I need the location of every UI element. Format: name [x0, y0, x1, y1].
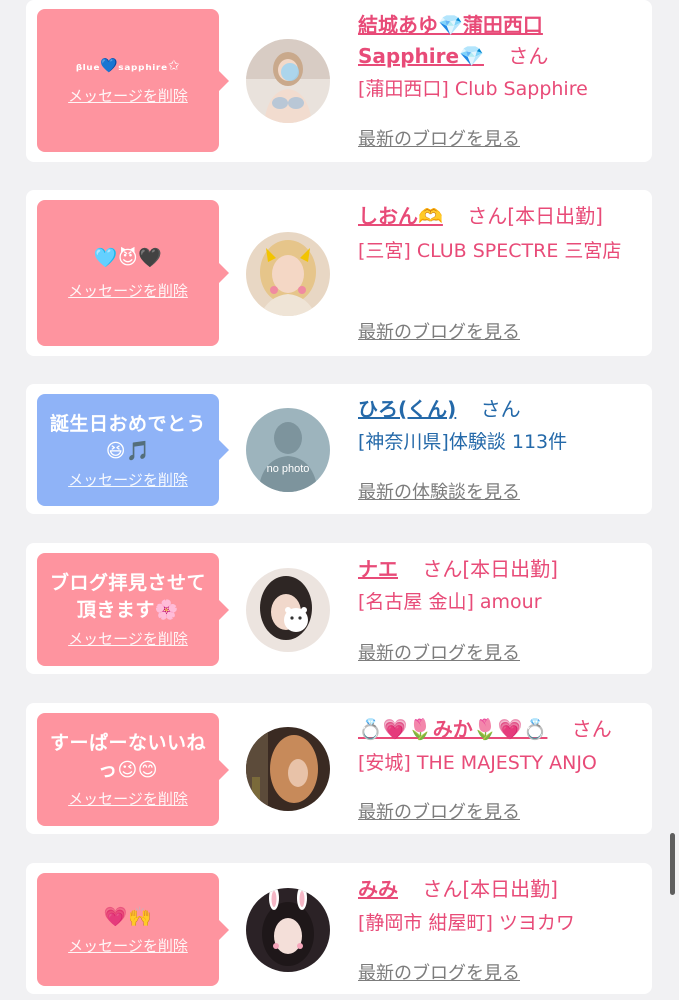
avatar[interactable]	[246, 39, 330, 123]
member-name-link[interactable]: しおん🫶	[358, 204, 443, 228]
honorific-label: さん	[508, 44, 549, 68]
attendance-status: [本日出勤]	[462, 557, 558, 581]
avatar[interactable]	[246, 727, 330, 811]
honorific-label: さん	[571, 717, 612, 741]
shop-label: [静岡市 紺屋町] ツヨカワ	[358, 912, 575, 934]
message-text: 🩵😈🖤	[93, 247, 163, 269]
message-bubble: すーぱーないいねっ😉😊 メッセージを削除	[37, 713, 229, 826]
message-card: 🩵😈🖤 メッセージを削除 しおん🫶 さん[本日出勤] [三宮] CLUB SPE…	[26, 190, 652, 356]
message-card: 誕生日おめでとう😆🎵 メッセージを削除 no photo ひろ(くん) さん […	[26, 384, 652, 514]
latest-blog-link[interactable]: 最新のブログを見る	[358, 959, 520, 985]
message-text: 誕生日おめでとう😆🎵	[49, 412, 206, 462]
message-bubble: ᵦₗᵤₑ💙ₛₐₚₚₕᵢᵣₑ✩ メッセージを削除	[37, 9, 229, 152]
avatar[interactable]	[246, 568, 330, 652]
honorific-label: さん	[422, 877, 463, 901]
girl-photo-icon	[246, 568, 330, 652]
avatar[interactable]	[246, 888, 330, 972]
attendance-status: [本日出勤]	[507, 204, 603, 228]
scrollbar[interactable]	[670, 833, 675, 895]
message-bubble: 💗🙌 メッセージを削除	[37, 873, 229, 986]
latest-review-link[interactable]: 最新の体験談を見る	[358, 478, 520, 504]
delete-message-link[interactable]: メッセージを削除	[68, 85, 188, 106]
attendance-status: [本日出勤]	[462, 877, 558, 901]
message-text: ᵦₗᵤₑ💙ₛₐₚₚₕᵢᵣₑ✩	[75, 58, 181, 74]
member-name-link[interactable]: ひろ(くん)	[358, 397, 456, 421]
message-card: 💗🙌 メッセージを削除 みみ さん[本日出勤] [静岡市 紺屋町] ツヨカワ 最…	[26, 863, 652, 994]
delete-message-link[interactable]: メッセージを削除	[68, 280, 188, 301]
latest-blog-link[interactable]: 最新のブログを見る	[358, 639, 520, 665]
member-info: 結城あゆ💎蒲田西口Sapphire💎 さん [蒲田西口] Club Sapphi…	[358, 10, 640, 105]
honorific-label: さん	[422, 557, 463, 581]
no-photo-silhouette-icon: no photo	[246, 408, 330, 492]
delete-message-link[interactable]: メッセージを削除	[68, 628, 188, 649]
member-name-link[interactable]: みみ	[358, 877, 398, 901]
member-info: ナエ さん[本日出勤] [名古屋 金山] amour	[358, 554, 640, 618]
latest-blog-link[interactable]: 最新のブログを見る	[358, 125, 520, 151]
girl-photo-icon	[246, 39, 330, 123]
message-bubble: 🩵😈🖤 メッセージを削除	[37, 200, 229, 346]
message-bubble: 誕生日おめでとう😆🎵 メッセージを削除	[37, 394, 229, 506]
delete-message-link[interactable]: メッセージを削除	[68, 469, 188, 490]
message-card: ブログ拝見させて頂きます🌸 メッセージを削除 ナエ さん[本日出勤] [名古屋 …	[26, 543, 652, 674]
delete-message-link[interactable]: メッセージを削除	[68, 788, 188, 809]
delete-message-link[interactable]: メッセージを削除	[68, 935, 188, 956]
honorific-label: さん	[467, 204, 508, 228]
avatar[interactable]: no photo	[246, 408, 330, 492]
member-info: みみ さん[本日出勤] [静岡市 紺屋町] ツヨカワ	[358, 874, 640, 939]
member-info: ひろ(くん) さん [神奈川県]体験談 113件	[358, 394, 640, 458]
shop-label: [蒲田西口] Club Sapphire	[358, 78, 588, 100]
member-info: しおん🫶 さん[本日出勤] [三宮] CLUB SPECTRE 三宮店	[358, 201, 640, 267]
message-card: ᵦₗᵤₑ💙ₛₐₚₚₕᵢᵣₑ✩ メッセージを削除 結城あゆ💎蒲田西口Sapphir…	[26, 0, 652, 162]
no-photo-label: no photo	[267, 463, 310, 475]
girl-photo-icon	[246, 727, 330, 811]
shop-label: [名古屋 金山] amour	[358, 591, 542, 613]
girl-photo-icon	[246, 232, 330, 316]
member-info: 💍💗🌷みか🌷💗💍 さん [安城] THE MAJESTY ANJO	[358, 714, 640, 779]
latest-blog-link[interactable]: 最新のブログを見る	[358, 798, 520, 824]
message-text: すーぱーないいねっ😉😊	[49, 732, 206, 781]
latest-blog-link[interactable]: 最新のブログを見る	[358, 318, 520, 344]
message-text: ブログ拝見させて頂きます🌸	[49, 572, 206, 621]
message-card: すーぱーないいねっ😉😊 メッセージを削除 💍💗🌷みか🌷💗💍 さん [安城] TH…	[26, 703, 652, 834]
shop-label: [安城] THE MAJESTY ANJO	[358, 752, 597, 774]
message-text: 💗🙌	[103, 905, 153, 928]
member-name-link[interactable]: 💍💗🌷みか🌷💗💍	[358, 717, 547, 741]
member-name-link[interactable]: ナエ	[358, 557, 398, 581]
honorific-label: さん	[480, 397, 521, 421]
avatar[interactable]	[246, 232, 330, 316]
shop-label: [三宮] CLUB SPECTRE 三宮店	[358, 240, 622, 262]
message-bubble: ブログ拝見させて頂きます🌸 メッセージを削除	[37, 553, 229, 666]
girl-photo-icon	[246, 888, 330, 972]
shop-label: [神奈川県]体験談 113件	[358, 431, 568, 453]
